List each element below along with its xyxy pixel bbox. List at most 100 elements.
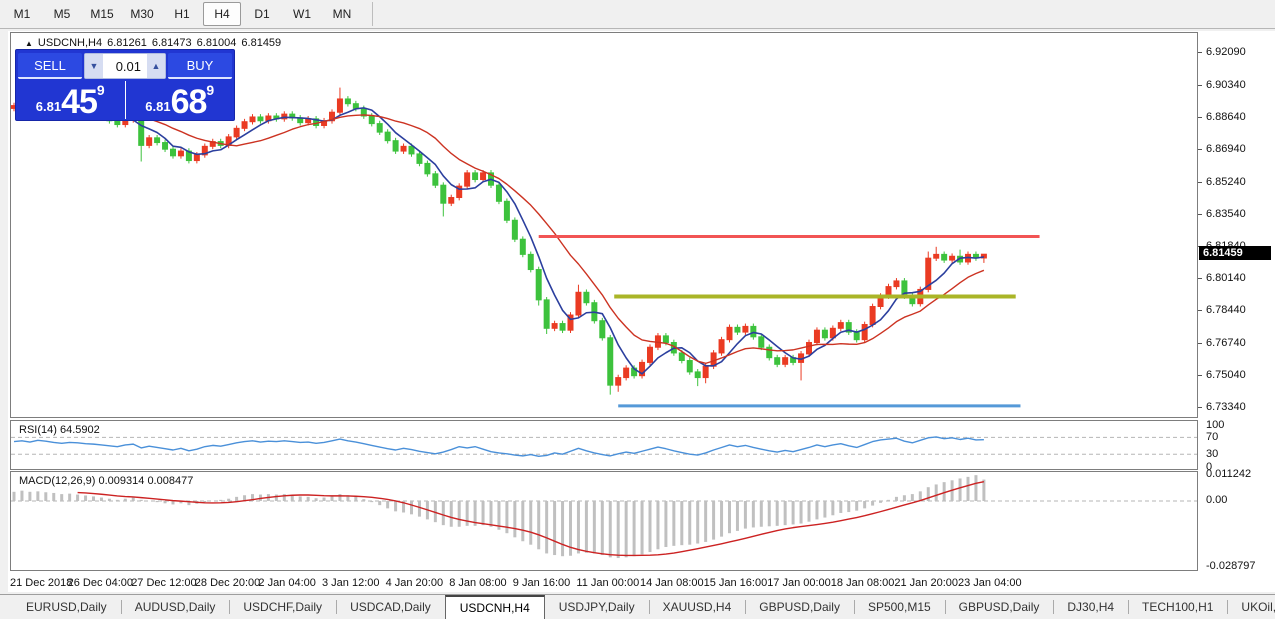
chart-title: ▲ USDCNH,H4 6.81261 6.81473 6.81004 6.81… xyxy=(25,37,281,49)
timeframe-button-mn[interactable]: MN xyxy=(323,2,361,26)
chart-tab-ukoil-h1[interactable]: UKOil,H1 xyxy=(1227,595,1275,619)
one-click-trading-panel: SELL ▼ 0.01 ▲ BUY 6.81 45 9 6.81 xyxy=(15,49,235,121)
price-axis-tick xyxy=(1198,407,1202,408)
volume-decrease-button[interactable]: ▼ xyxy=(85,54,103,78)
price-axis-label: 6.80140 xyxy=(1206,272,1246,284)
trading-platform-window: M1M5M15M30H1H4D1W1MN ▲ USDCNH,H4 6.81261… xyxy=(0,0,1275,619)
time-axis-label: 3 Jan 12:00 xyxy=(322,577,380,589)
timeframe-button-m5[interactable]: M5 xyxy=(43,2,81,26)
time-axis-label: 26 Dec 04:00 xyxy=(68,577,133,589)
timeframe-toolbar: M1M5M15M30H1H4D1W1MN xyxy=(0,0,1275,29)
rsi-plot xyxy=(11,421,1197,469)
timeframe-button-h4[interactable]: H4 xyxy=(203,2,241,26)
time-axis-label: 8 Jan 08:00 xyxy=(449,577,507,589)
timeframe-button-w1[interactable]: W1 xyxy=(283,2,321,26)
rsi-scale-label: 70 xyxy=(1206,431,1218,443)
sell-price-digits: 45 xyxy=(61,88,97,117)
chart-tab-audusd-daily[interactable]: AUDUSD,Daily xyxy=(121,595,230,619)
volume-value[interactable]: 0.01 xyxy=(103,54,147,78)
rsi-pane[interactable]: RSI(14) 64.5902 xyxy=(10,420,1198,470)
chart-tab-usdjpy-daily[interactable]: USDJPY,Daily xyxy=(545,595,649,619)
timeframe-button-m15[interactable]: M15 xyxy=(83,2,121,26)
current-price-tag: 6.81459 xyxy=(1199,246,1271,260)
time-axis-label: 21 Dec 2018 xyxy=(10,577,72,589)
rsi-scale-label: 30 xyxy=(1206,448,1218,460)
macd-pane[interactable]: MACD(12,26,9) 0.009314 0.008477 xyxy=(10,471,1198,571)
chart-tab-tech100-h1[interactable]: TECH100,H1 xyxy=(1128,595,1227,619)
time-axis-label: 27 Dec 12:00 xyxy=(131,577,196,589)
chart-tab-gbpusd-daily[interactable]: GBPUSD,Daily xyxy=(945,595,1054,619)
chart-tab-bar: EURUSD,DailyAUDUSD,DailyUSDCHF,DailyUSDC… xyxy=(0,594,1275,619)
time-axis-label: 11 Jan 00:00 xyxy=(576,577,639,589)
macd-scale-label: 0.011242 xyxy=(1206,468,1251,480)
price-axis-tick xyxy=(1198,85,1202,86)
time-axis-label: 15 Jan 16:00 xyxy=(704,577,768,589)
time-axis-label: 21 Jan 20:00 xyxy=(894,577,958,589)
chart-tab-sp500-m15[interactable]: SP500,M15 xyxy=(854,595,945,619)
price-axis-label: 6.83540 xyxy=(1206,208,1246,220)
timeframe-button-m30[interactable]: M30 xyxy=(123,2,161,26)
ohlc-low: 6.81004 xyxy=(197,37,237,49)
price-axis-tick xyxy=(1198,375,1202,376)
rsi-label: RSI(14) 64.5902 xyxy=(19,424,100,436)
buy-button[interactable]: BUY xyxy=(168,53,232,79)
chart-tab-usdcad-daily[interactable]: USDCAD,Daily xyxy=(336,595,445,619)
chart-tab-eurusd-daily[interactable]: EURUSD,Daily xyxy=(12,595,121,619)
buy-price-pip: 9 xyxy=(206,83,214,97)
volume-stepper: ▼ 0.01 ▲ xyxy=(84,53,166,79)
buy-price-digits: 68 xyxy=(171,88,207,117)
price-axis-label: 6.86940 xyxy=(1206,143,1246,155)
sell-price-pip: 9 xyxy=(97,83,105,97)
price-axis-label: 6.78440 xyxy=(1206,304,1246,316)
price-axis-label: 6.92090 xyxy=(1206,46,1246,58)
price-axis-tick xyxy=(1198,310,1202,311)
ohlc-close: 6.81459 xyxy=(241,37,281,49)
price-axis-tick xyxy=(1198,214,1202,215)
macd-scale-label: -0.028797 xyxy=(1206,560,1256,572)
time-axis[interactable]: 21 Dec 201826 Dec 04:0027 Dec 12:0028 De… xyxy=(10,573,1198,592)
toolbar-separator xyxy=(372,2,373,26)
price-axis-label: 6.88640 xyxy=(1206,111,1246,123)
price-axis-label: 6.85240 xyxy=(1206,176,1246,188)
time-axis-label: 9 Jan 16:00 xyxy=(513,577,571,589)
time-axis-label: 14 Jan 08:00 xyxy=(640,577,704,589)
main-chart-pane[interactable]: ▲ USDCNH,H4 6.81261 6.81473 6.81004 6.81… xyxy=(10,32,1198,418)
chart-tab-xauusd-h4[interactable]: XAUUSD,H4 xyxy=(649,595,746,619)
rsi-scale-label: 100 xyxy=(1206,419,1224,431)
price-axis-tick xyxy=(1198,117,1202,118)
collapse-triangle-icon[interactable]: ▲ xyxy=(25,39,33,48)
price-axis-tick xyxy=(1198,182,1202,183)
price-axis-label: 6.90340 xyxy=(1206,79,1246,91)
buy-price[interactable]: 6.81 68 9 xyxy=(126,81,235,119)
time-axis-label: 4 Jan 20:00 xyxy=(386,577,444,589)
buy-price-prefix: 6.81 xyxy=(145,100,170,113)
chart-tab-gbpusd-daily[interactable]: GBPUSD,Daily xyxy=(745,595,854,619)
sell-button[interactable]: SELL xyxy=(18,53,82,79)
price-axis-tick xyxy=(1198,52,1202,53)
price-axis-tick xyxy=(1198,343,1202,344)
macd-label: MACD(12,26,9) 0.009314 0.008477 xyxy=(19,475,193,487)
price-axis-tick xyxy=(1198,278,1202,279)
timeframe-button-m1[interactable]: M1 xyxy=(3,2,41,26)
time-axis-label: 18 Jan 08:00 xyxy=(831,577,895,589)
timeframe-button-h1[interactable]: H1 xyxy=(163,2,201,26)
ohlc-high: 6.81473 xyxy=(152,37,192,49)
chart-tab-dj30-h4[interactable]: DJ30,H4 xyxy=(1053,595,1128,619)
volume-increase-button[interactable]: ▲ xyxy=(147,54,165,78)
macd-scale-label: 0.00 xyxy=(1206,494,1227,506)
chart-symbol: USDCNH,H4 xyxy=(38,37,102,49)
sell-price-prefix: 6.81 xyxy=(36,100,61,113)
time-axis-label: 2 Jan 04:00 xyxy=(258,577,316,589)
price-axis-label: 6.73340 xyxy=(1206,401,1246,413)
time-axis-label: 23 Jan 04:00 xyxy=(958,577,1022,589)
chart-tab-usdcnh-h4[interactable]: USDCNH,H4 xyxy=(445,595,545,619)
price-axis-tick xyxy=(1198,149,1202,150)
chart-tab-usdchf-daily[interactable]: USDCHF,Daily xyxy=(229,595,336,619)
time-axis-label: 17 Jan 00:00 xyxy=(767,577,831,589)
sell-price[interactable]: 6.81 45 9 xyxy=(16,81,126,119)
chart-window: ▲ USDCNH,H4 6.81261 6.81473 6.81004 6.81… xyxy=(8,31,1275,592)
timeframe-button-d1[interactable]: D1 xyxy=(243,2,281,26)
time-axis-label: 28 Dec 20:00 xyxy=(195,577,260,589)
price-axis-label: 6.76740 xyxy=(1206,337,1246,349)
price-axis-label: 6.75040 xyxy=(1206,369,1246,381)
